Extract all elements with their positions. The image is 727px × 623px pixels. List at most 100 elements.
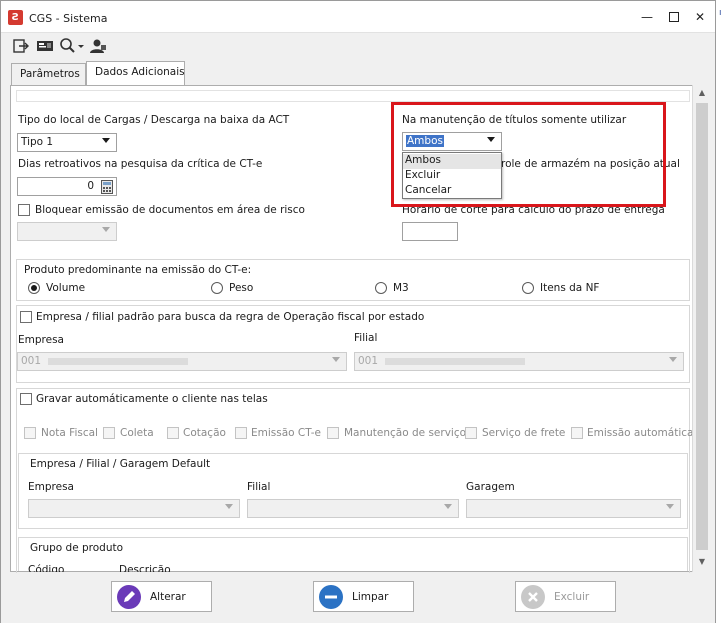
top-group-edge: [16, 90, 690, 102]
chevron-down-icon: [225, 504, 233, 509]
empresa-label: Empresa: [18, 334, 64, 346]
col-codigo-header: Código: [28, 564, 65, 572]
tab-label: Dados Adicionais: [95, 66, 185, 78]
emissao-cte-checkbox[interactable]: [235, 427, 247, 439]
calculator-icon[interactable]: [101, 180, 113, 197]
filial-select[interactable]: 001: [354, 352, 684, 371]
minus-icon: [319, 585, 343, 609]
manutencao-servico-checkbox[interactable]: [327, 427, 339, 439]
empresa-filial-checkbox[interactable]: [20, 311, 32, 323]
dias-retroativos-value: 0: [87, 180, 94, 192]
grupo-produto-title: Grupo de produto: [30, 542, 124, 554]
minimize-button[interactable]: —: [636, 6, 658, 28]
tipo-local-label: Tipo do local de Cargas / Descarga na ba…: [18, 114, 290, 126]
edge-mark: ı: [719, 8, 722, 18]
radio-m3-label: M3: [393, 282, 409, 294]
tab-parametros[interactable]: Parâmetros: [11, 63, 86, 85]
default-filial-label: Filial: [247, 481, 271, 493]
manutencao-servico-label: Manutenção de serviço: [344, 427, 467, 439]
horario-corte-input[interactable]: [402, 222, 458, 241]
radio-peso-label: Peso: [229, 282, 254, 294]
filial-value: 001: [358, 355, 379, 367]
default-empresa-label: Empresa: [28, 481, 74, 493]
background-edge: ı: [717, 0, 727, 623]
dias-retroativos-label: Dias retroativos na pesquisa da crítica …: [18, 158, 263, 170]
limpar-label: Limpar: [352, 591, 389, 603]
option-label: Cancelar: [405, 184, 452, 196]
user-icon[interactable]: [89, 37, 107, 55]
emissao-automatica-checkbox[interactable]: [571, 427, 583, 439]
excluir-label: Excluir: [554, 591, 590, 603]
dias-retroativos-input[interactable]: 0: [17, 177, 117, 196]
title-bar: Ƨ CGS - Sistema — ✕: [1, 1, 715, 33]
coleta-checkbox[interactable]: [103, 427, 115, 439]
tipo-local-select[interactable]: Tipo 1: [17, 133, 117, 152]
cotacao-label: Cotação: [183, 427, 226, 439]
chevron-down-icon: [102, 227, 110, 232]
chevron-down-icon: [444, 504, 452, 509]
chevron-down-icon: [102, 138, 110, 143]
default-group-title: Empresa / Filial / Garagem Default: [30, 458, 211, 470]
id-card-icon[interactable]: [36, 37, 54, 55]
servico-frete-checkbox[interactable]: [465, 427, 477, 439]
tab-dados-adicionais[interactable]: Dados Adicionais: [86, 61, 185, 85]
vertical-scrollbar[interactable]: ▲ ▼: [692, 85, 711, 572]
nota-fiscal-checkbox[interactable]: [24, 427, 36, 439]
redacted-text: [48, 358, 188, 365]
exit-icon[interactable]: [12, 37, 30, 55]
radio-itens-nf[interactable]: [522, 282, 534, 294]
maximize-button[interactable]: [663, 6, 685, 28]
servico-frete-label: Serviço de frete: [482, 427, 566, 439]
area-risco-select[interactable]: [17, 222, 117, 241]
alterar-label: Alterar: [150, 591, 186, 603]
excluir-button[interactable]: Excluir: [515, 581, 616, 612]
default-filial-select[interactable]: [247, 499, 459, 518]
dropdown-option-excluir[interactable]: Excluir: [403, 169, 501, 184]
empresa-filial-checkbox-label: Empresa / filial padrão para busca da re…: [36, 311, 425, 323]
radio-volume[interactable]: [28, 282, 40, 294]
alterar-button[interactable]: Alterar: [111, 581, 212, 612]
default-empresa-select[interactable]: [28, 499, 240, 518]
action-bar: Alterar Limpar Excluir: [1, 573, 715, 623]
gravar-checkbox[interactable]: [20, 393, 32, 405]
produto-title: Produto predominante na emissão do CT-e:: [24, 264, 252, 276]
close-button[interactable]: ✕: [689, 6, 711, 28]
delete-x-icon: [521, 585, 545, 609]
grupo-produto-header: Código Descrição: [24, 562, 224, 572]
scroll-down-arrow-icon[interactable]: ▼: [693, 554, 711, 570]
edit-pencil-icon: [117, 585, 141, 609]
redacted-text: [385, 358, 525, 365]
scroll-up-arrow-icon[interactable]: ▲: [693, 85, 711, 101]
cotacao-checkbox[interactable]: [167, 427, 179, 439]
chevron-down-icon: [332, 357, 340, 362]
radio-m3[interactable]: [375, 282, 387, 294]
filial-label: Filial: [354, 332, 378, 344]
default-garagem-select[interactable]: [466, 499, 681, 518]
empresa-value: 001: [21, 355, 42, 367]
dropdown-option-cancelar[interactable]: Cancelar: [403, 184, 501, 199]
toolbar: [1, 33, 715, 59]
main-window: Ƨ CGS - Sistema — ✕ Parâmetros Dados Adi…: [0, 0, 716, 623]
option-label: Excluir: [405, 169, 441, 181]
window-title: CGS - Sistema: [29, 12, 108, 25]
chevron-down-icon: [666, 504, 674, 509]
empresa-select[interactable]: 001: [17, 352, 347, 371]
tab-label: Parâmetros: [20, 68, 80, 80]
gravar-checkbox-label: Gravar automáticamente o cliente nas tel…: [36, 393, 268, 405]
dropdown-option-ambos[interactable]: Ambos: [403, 154, 501, 169]
radio-peso[interactable]: [211, 282, 223, 294]
nota-fiscal-label: Nota Fiscal: [41, 427, 98, 439]
bloquear-label: Bloquear emissão de documentos em área d…: [35, 204, 305, 216]
scroll-thumb[interactable]: [696, 103, 708, 550]
bloquear-checkbox[interactable]: [18, 204, 30, 216]
manutencao-dropdown-list: Ambos Excluir Cancelar: [402, 152, 502, 199]
emissao-cte-label: Emissão CT-e: [251, 427, 321, 439]
limpar-button[interactable]: Limpar: [313, 581, 414, 612]
radio-itens-nf-label: Itens da NF: [540, 282, 600, 294]
search-icon[interactable]: [59, 37, 85, 55]
radio-volume-label: Volume: [46, 282, 86, 294]
app-logo-icon: Ƨ: [8, 10, 23, 25]
emissao-automatica-label: Emissão automática: [587, 427, 694, 439]
tipo-local-value: Tipo 1: [21, 136, 54, 148]
option-label: Ambos: [405, 154, 441, 166]
